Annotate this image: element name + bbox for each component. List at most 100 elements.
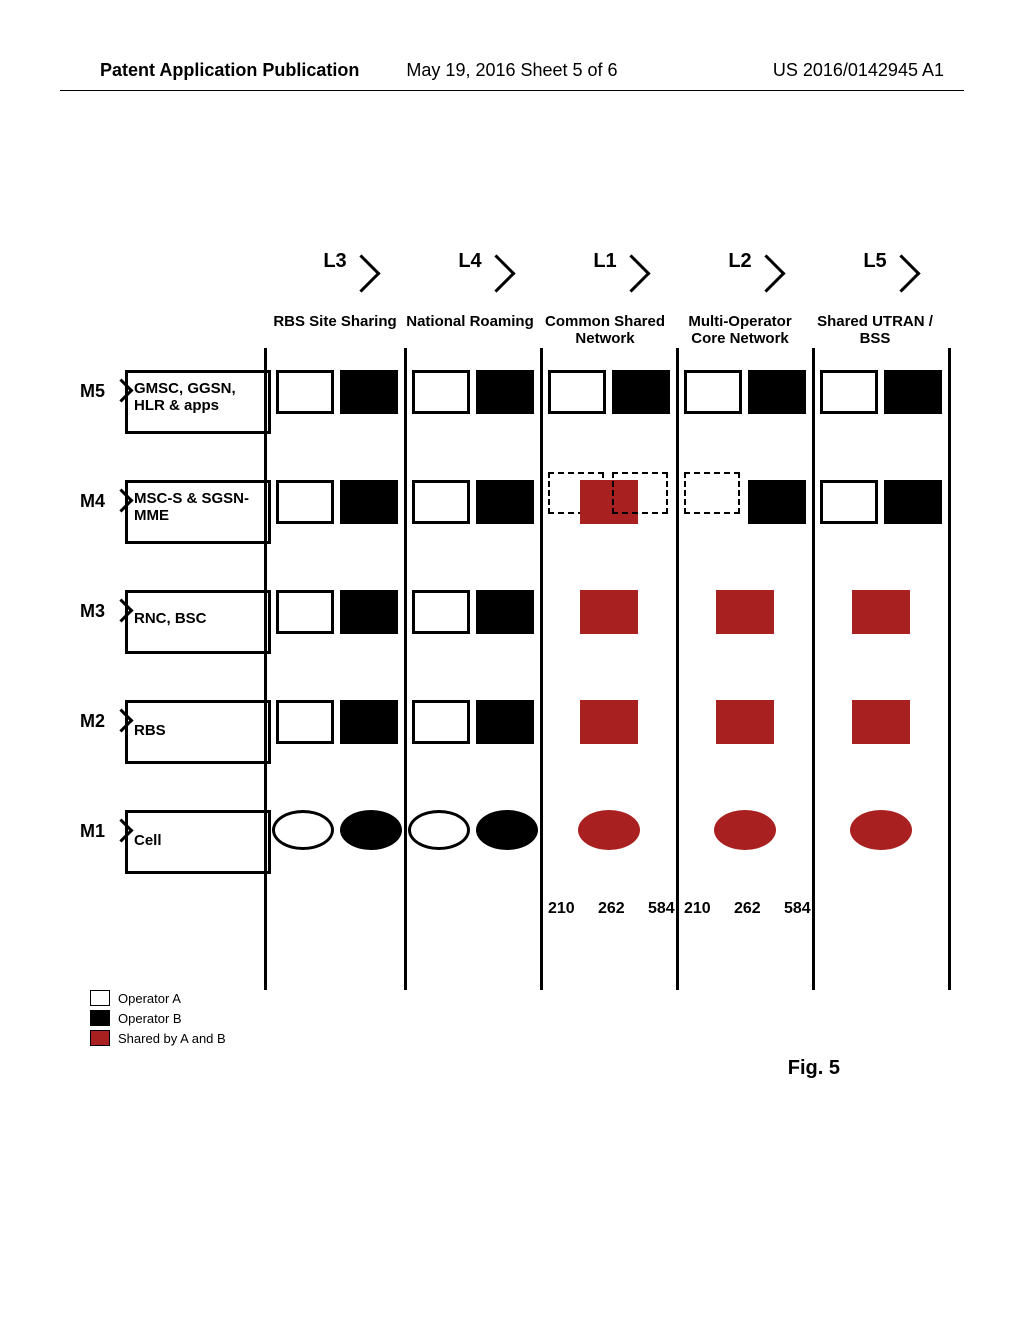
row-id: M1 [80,821,105,842]
col-L2 [678,360,810,960]
row-name: Cell [128,815,268,868]
legend-item-opB: Operator B [90,1010,226,1026]
legend-label: Operator A [118,991,181,1006]
node-opA [412,480,470,524]
row-label-M5: M5 GMSC, GGSN, HLR & apps [80,380,250,402]
node-opA [412,700,470,744]
col-title: RBS Site Sharing [270,313,400,330]
col-L3 [270,360,402,960]
col-title: Shared UTRAN / BSS [810,313,940,348]
col-L5 [814,360,946,960]
row-name: MSC-S & SGSN-MME [128,485,268,530]
callout-210: 210 [548,900,575,918]
arrow-icon [342,254,380,292]
row-id: M4 [80,491,105,512]
node-opB [748,370,806,414]
callout-210: 210 [684,900,711,918]
legend-label: Shared by A and B [118,1031,226,1046]
cell-shared [850,810,912,850]
node-opB [340,370,398,414]
arrow-icon [882,254,920,292]
col-head-L4: L4 National Roaming [405,250,535,330]
node-opA [820,370,878,414]
node-opA [276,700,334,744]
node-opA [276,480,334,524]
divider [948,348,951,990]
cell-shared [578,810,640,850]
header-rule [60,90,964,91]
node-opB [612,370,670,414]
swatch-icon [90,1030,110,1046]
node-opB [884,370,942,414]
divider [264,348,267,990]
callout-262: 262 [598,900,625,918]
row-label-M4: M4 MSC-S & SGSN-MME [80,490,250,512]
col-head-L3: L3 RBS Site Sharing [270,250,400,330]
legend: Operator A Operator B Shared by A and B [90,986,226,1050]
cell-shared [714,810,776,850]
row-name: RNC, BSC [128,595,268,644]
row-name-box: Cell [125,810,271,874]
node-opA [276,590,334,634]
node-shared [716,700,774,744]
node-shared [580,700,638,744]
node-opA [412,370,470,414]
arrow-icon [612,254,650,292]
cell-opA [272,810,334,850]
swatch-icon [90,1010,110,1026]
node-opA [276,370,334,414]
node-opB [476,370,534,414]
header-right: US 2016/0142945 A1 [773,60,944,81]
row-id: M2 [80,711,105,732]
node-opB [340,480,398,524]
legend-label: Operator B [118,1011,182,1026]
node-opA-dashed [684,472,740,514]
cell-opB [340,810,402,850]
arrow-icon [477,254,515,292]
node-shared [852,700,910,744]
col-title: National Roaming [405,313,535,330]
row-label-M2: M2 RBS [80,710,250,732]
callout-584: 584 [784,900,811,918]
cell-opA [408,810,470,850]
node-opB [476,480,534,524]
callout-584: 584 [648,900,675,918]
col-L4 [406,360,538,960]
node-opA [684,370,742,414]
col-id: L5 [863,250,886,272]
col-id: L3 [323,250,346,272]
node-opB [476,590,534,634]
node-opB [476,700,534,744]
legend-item-shared: Shared by A and B [90,1030,226,1046]
col-title: Multi-Operator Core Network [675,313,805,348]
row-label-M1: M1 Cell [80,820,250,842]
node-shared [580,590,638,634]
legend-item-opA: Operator A [90,990,226,1006]
col-id: L1 [593,250,616,272]
row-name-box: RBS [125,700,271,764]
col-head-L1: L1 Common Shared Network [540,250,670,348]
node-opB [340,700,398,744]
row-name-box: GMSC, GGSN, HLR & apps [125,370,271,434]
node-opB [884,480,942,524]
row-name-box: RNC, BSC [125,590,271,654]
callout-262: 262 [734,900,761,918]
node-opA [820,480,878,524]
swatch-icon [90,990,110,1006]
row-id: M3 [80,601,105,622]
node-opB-dashed [612,472,668,514]
col-head-L5: L5 Shared UTRAN / BSS [810,250,940,348]
row-name-box: MSC-S & SGSN-MME [125,480,271,544]
row-name: GMSC, GGSN, HLR & apps [128,375,268,420]
figure-5-stage: L3 RBS Site Sharing L4 National Roaming … [80,250,960,1050]
node-opA [412,590,470,634]
node-opB [340,590,398,634]
node-opB [748,480,806,524]
node-shared [852,590,910,634]
node-opA [548,370,606,414]
row-label-M3: M3 RNC, BSC [80,600,250,622]
diagram-grid: 210 262 584 210 262 584 [270,360,970,1000]
col-id: L4 [458,250,481,272]
col-head-L2: L2 Multi-Operator Core Network [675,250,805,348]
row-id: M5 [80,381,105,402]
